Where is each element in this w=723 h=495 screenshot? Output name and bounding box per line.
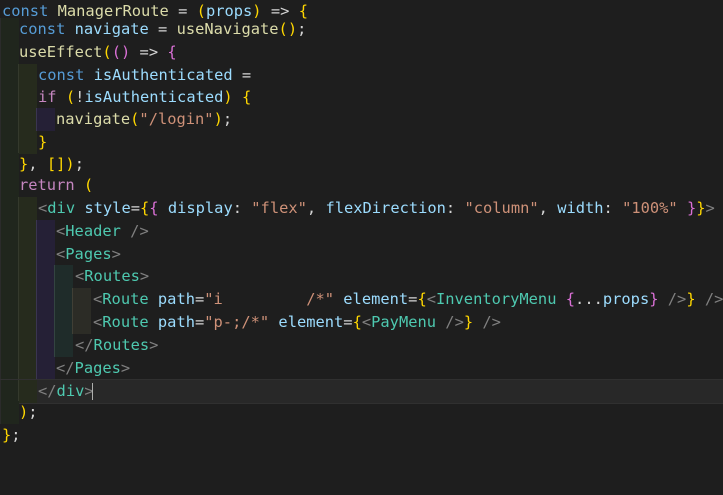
code-line[interactable]: }	[0, 131, 723, 154]
code-line[interactable]: const navigate = useNavigate();	[0, 18, 723, 41]
code-line[interactable]: return (	[0, 174, 723, 197]
code-text: const navigate = useNavigate();	[19, 20, 307, 38]
code-line[interactable]: };	[0, 424, 723, 447]
code-text: <Routes>	[75, 267, 150, 285]
code-text: </div>	[38, 382, 94, 400]
code-text: </Routes>	[75, 336, 159, 354]
code-line[interactable]: <Pages>	[0, 243, 723, 266]
code-line[interactable]: navigate("/login");	[0, 108, 723, 131]
text-cursor	[92, 383, 93, 400]
code-text: );	[19, 403, 38, 421]
code-line[interactable]: <Header />	[0, 220, 723, 243]
code-text: }	[38, 133, 48, 151]
code-text: <Route path="i /*" element={<InventoryMe…	[93, 290, 723, 308]
code-line[interactable]: <Routes>	[0, 265, 723, 288]
code-text: const isAuthenticated =	[38, 66, 252, 84]
code-text: </Pages>	[56, 359, 131, 377]
code-text: return (	[19, 176, 94, 194]
code-editor[interactable]: const ManagerRoute = (props) => { const …	[0, 0, 723, 452]
code-line[interactable]: </Pages>	[0, 357, 723, 380]
code-line[interactable]: if (!isAuthenticated) {	[0, 86, 723, 109]
code-text: navigate("/login");	[56, 110, 233, 128]
code-text: <Header />	[56, 222, 149, 240]
code-text: <div style={{ display: "flex", flexDirec…	[38, 199, 715, 217]
code-line[interactable]: }, []);	[0, 153, 723, 176]
code-line[interactable]: );	[0, 401, 723, 424]
code-text: };	[2, 426, 21, 444]
code-line[interactable]: useEffect(() => {	[0, 41, 723, 64]
code-text: if (!isAuthenticated) {	[38, 88, 252, 106]
code-line[interactable]: <div style={{ display: "flex", flexDirec…	[0, 197, 723, 220]
code-text: <Route path="p-;/*" element={<PayMenu />…	[93, 313, 501, 331]
code-line[interactable]: <Route path="i /*" element={<InventoryMe…	[0, 288, 723, 311]
code-text: useEffect(() => {	[19, 43, 177, 61]
code-line[interactable]: const isAuthenticated =	[0, 64, 723, 87]
code-text: <Pages>	[56, 245, 121, 263]
code-line[interactable]: <Route path="p-;/*" element={<PayMenu />…	[0, 311, 723, 334]
code-text: }, []);	[19, 155, 84, 173]
code-line[interactable]: </Routes>	[0, 334, 723, 357]
